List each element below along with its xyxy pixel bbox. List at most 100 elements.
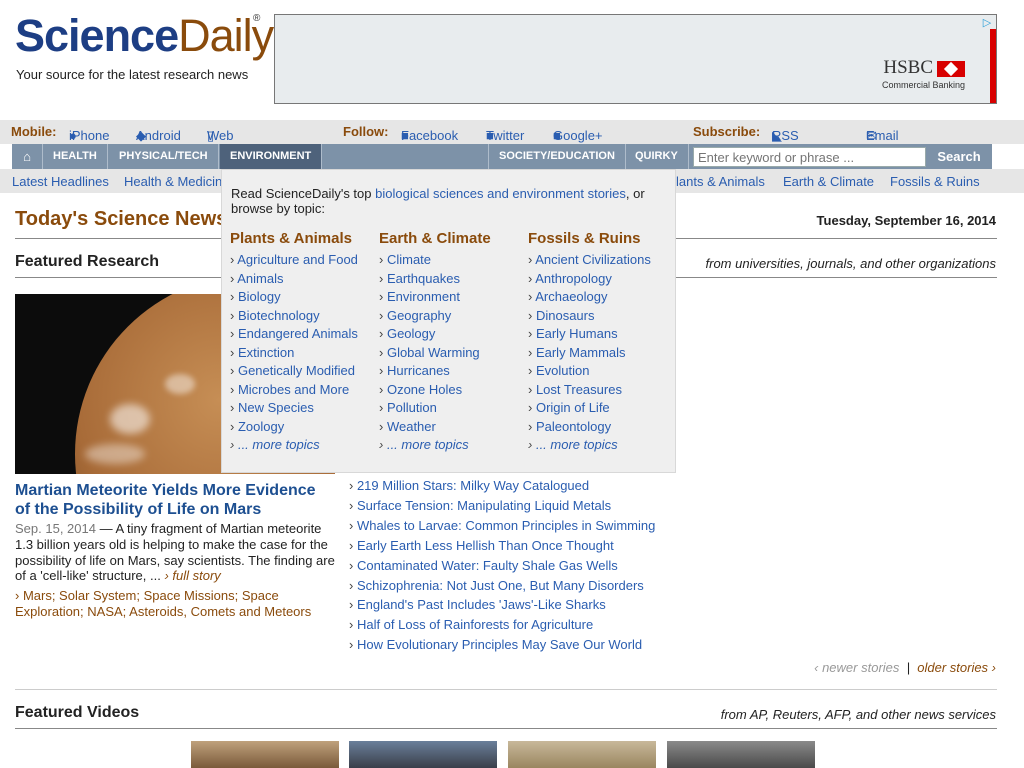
topic-link[interactable]: Early Humans	[528, 325, 678, 344]
story-link[interactable]: Early Earth Less Hellish Than Once Thoug…	[349, 536, 655, 556]
dropdown-intro: Read ScienceDaily's top biological scien…	[231, 186, 645, 216]
tagline: Your source for the latest research news	[16, 67, 249, 82]
story-link[interactable]: How Evolutionary Principles May Save Our…	[349, 635, 655, 655]
home-icon: ⌂	[23, 149, 31, 164]
main-nav: ⌂ Health Physical/Tech Environment Socie…	[12, 144, 992, 169]
search-button[interactable]: Search	[928, 144, 990, 169]
featured-videos-heading: Featured Videos	[15, 704, 140, 721]
topic-link[interactable]: Early Mammals	[528, 344, 678, 363]
adchoices-icon[interactable]: ▷	[980, 16, 994, 30]
topic-link[interactable]: ... more topics	[379, 436, 529, 455]
video-thumbnail[interactable]	[191, 741, 339, 768]
topic-link[interactable]: Lost Treasures	[528, 381, 678, 400]
topic-column: Earth & Climate ClimateEarthquakesEnviron…	[379, 230, 529, 455]
topic-link[interactable]: ... more topics	[528, 436, 678, 455]
nav-society-education[interactable]: Society/Education	[488, 144, 626, 169]
topic-link[interactable]: Environment	[379, 288, 529, 307]
topic-link[interactable]: Evolution	[528, 362, 678, 381]
nav-environment[interactable]: Environment	[220, 144, 323, 169]
divider	[15, 689, 997, 690]
subnav-health[interactable]: Health & Medicin	[124, 174, 222, 189]
topic-link[interactable]: Biology	[230, 288, 380, 307]
video-thumbnail[interactable]	[508, 741, 656, 768]
site-logo[interactable]: ScienceDaily	[15, 10, 274, 62]
story-list: 219 Million Stars: Milky Way CataloguedS…	[349, 476, 655, 655]
follow-label: Follow:	[343, 124, 389, 139]
topic-column-title[interactable]: Plants & Animals	[230, 230, 380, 247]
topic-link[interactable]: Zoology	[230, 418, 380, 437]
ad-subtitle: Commercial Banking	[881, 80, 965, 90]
topic-link[interactable]: Animals	[230, 270, 380, 289]
topic-link[interactable]: Genetically Modified	[230, 362, 380, 381]
ad-banner[interactable]: ▷ HSBC Commercial Banking	[274, 14, 997, 104]
video-thumbnail[interactable]	[667, 741, 815, 768]
nav-health[interactable]: Health	[43, 144, 108, 169]
subscribe-label: Subscribe:	[693, 124, 761, 139]
nav-quirky[interactable]: Quirky	[625, 144, 689, 169]
topic-link[interactable]: Archaeology	[528, 288, 678, 307]
topic-link[interactable]: Microbes and More	[230, 381, 380, 400]
mobile-label: Mobile:	[11, 124, 57, 139]
topic-link[interactable]: Geology	[379, 325, 529, 344]
topic-link[interactable]: Agriculture and Food	[230, 251, 380, 270]
topic-link[interactable]: Hurricanes	[379, 362, 529, 381]
topic-column-title[interactable]: Fossils & Ruins	[528, 230, 678, 247]
hsbc-hexagon-icon	[937, 60, 965, 77]
story-link[interactable]: Surface Tension: Manipulating Liquid Met…	[349, 496, 655, 516]
topic-link[interactable]: Pollution	[379, 399, 529, 418]
page-date: Tuesday, September 16, 2014	[816, 213, 996, 228]
topic-link[interactable]: Ozone Holes	[379, 381, 529, 400]
topic-link[interactable]: Paleontology	[528, 418, 678, 437]
nav-home[interactable]: ⌂	[12, 144, 43, 169]
topic-link[interactable]: Dinosaurs	[528, 307, 678, 326]
topic-link[interactable]: Origin of Life	[528, 399, 678, 418]
topic-link[interactable]: Global Warming	[379, 344, 529, 363]
nav-physical-tech[interactable]: Physical/Tech	[109, 144, 219, 169]
featured-research-heading: Featured Research	[15, 253, 160, 270]
older-stories-link[interactable]: older stories ›	[917, 660, 996, 675]
topic-link[interactable]: Geography	[379, 307, 529, 326]
lead-story-date: Sep. 15, 2014	[15, 521, 96, 536]
lead-story-tags[interactable]: › Mars; Solar System; Space Missions; Sp…	[15, 588, 335, 620]
topic-link[interactable]: Endangered Animals	[230, 325, 380, 344]
story-link[interactable]: 219 Million Stars: Milky Way Catalogued	[349, 476, 655, 496]
topic-column-title[interactable]: Earth & Climate	[379, 230, 529, 247]
subnav-plants[interactable]: lants & Animals	[676, 174, 765, 189]
dropdown-intro-link[interactable]: biological sciences and environment stor…	[375, 186, 626, 201]
video-thumbnail[interactable]	[349, 741, 497, 768]
ad-brand: HSBC	[883, 57, 965, 79]
topic-link[interactable]: Weather	[379, 418, 529, 437]
header: ScienceDaily ® Your source for the lates…	[0, 0, 1024, 115]
story-link[interactable]: England's Past Includes 'Jaws'-Like Shar…	[349, 595, 655, 615]
story-link[interactable]: Contaminated Water: Faulty Shale Gas Wel…	[349, 556, 655, 576]
search-input[interactable]	[693, 147, 926, 167]
ad-red-bar	[990, 29, 996, 103]
pager-separator: |	[906, 660, 911, 675]
subnav-earth[interactable]: Earth & Climate	[783, 174, 874, 189]
topic-link[interactable]: Ancient Civilizations	[528, 251, 678, 270]
lead-story-headline[interactable]: Martian Meteorite Yields More Evidence o…	[15, 481, 335, 519]
topic-link[interactable]: Biotechnology	[230, 307, 380, 326]
topic-link[interactable]: New Species	[230, 399, 380, 418]
story-link[interactable]: Half of Loss of Rainforests for Agricult…	[349, 615, 655, 635]
lead-story-summary: Sep. 15, 2014 — A tiny fragment of Marti…	[15, 521, 335, 584]
registered-mark: ®	[253, 13, 261, 24]
newer-stories-link[interactable]: ‹ newer stories	[814, 660, 899, 675]
divider	[15, 728, 997, 729]
story-link[interactable]: Schizophrenia: Not Just One, But Many Di…	[349, 576, 655, 596]
subnav-fossils[interactable]: Fossils & Ruins	[890, 174, 980, 189]
pager: ‹ newer stories | older stories ›	[814, 660, 996, 675]
topic-link[interactable]: ... more topics	[230, 436, 380, 455]
topic-link[interactable]: Climate	[379, 251, 529, 270]
cloud	[165, 374, 195, 394]
environment-dropdown: Read ScienceDaily's top biological scien…	[221, 169, 676, 473]
full-story-link[interactable]: › full story	[164, 568, 220, 583]
topic-link[interactable]: Extinction	[230, 344, 380, 363]
subnav-latest[interactable]: Latest Headlines	[12, 174, 109, 189]
topic-link[interactable]: Anthropology	[528, 270, 678, 289]
cloud	[110, 404, 150, 434]
topic-link[interactable]: Earthquakes	[379, 270, 529, 289]
featured-videos-subtitle: from AP, Reuters, AFP, and other news se…	[720, 707, 996, 722]
story-link[interactable]: Whales to Larvae: Common Principles in S…	[349, 516, 655, 536]
topic-column: Fossils & Ruins Ancient CivilizationsAnth…	[528, 230, 678, 455]
